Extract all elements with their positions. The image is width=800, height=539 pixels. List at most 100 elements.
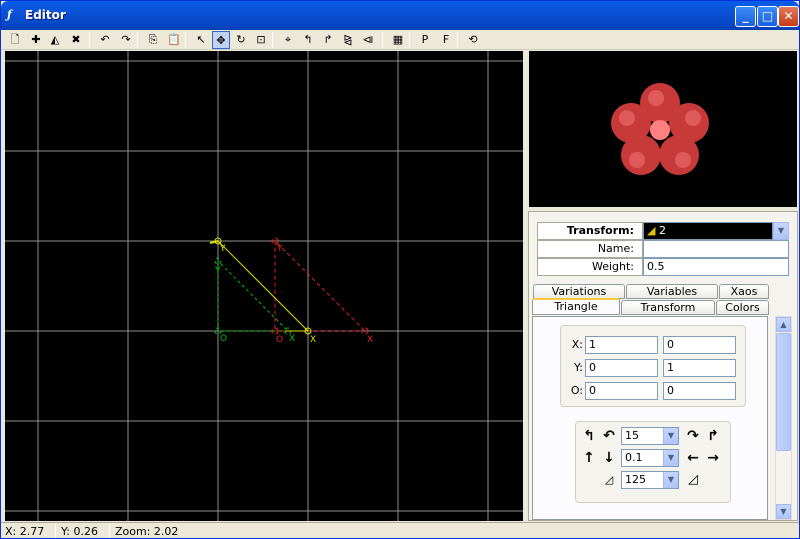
title-bar[interactable]: ƒ Editor _ □ ✕ [1,1,799,30]
scale-up-icon[interactable]: ◿ [684,471,702,489]
o1-input[interactable]: 0 [585,382,658,400]
o2-input[interactable]: 0 [663,382,736,400]
status-y: Y: 0.26 [61,525,98,538]
x1-input[interactable]: 1 [585,336,658,354]
tab-variations[interactable]: Variations [533,284,625,299]
move-left-icon[interactable]: ← [684,449,702,467]
rotate-left-90-icon[interactable]: ↰ [580,427,598,445]
move-amount-select[interactable]: 0.1 ▼ [621,449,679,467]
tab-transform[interactable]: Transform [621,300,715,315]
rotate-icon[interactable]: ↻ [232,31,250,49]
maximize-button[interactable]: □ [757,6,778,27]
panel-scrollbar[interactable]: ▲ ▼ [775,316,792,520]
grid-icon[interactable]: ▦ [389,31,407,49]
close-button[interactable]: ✕ [778,6,799,27]
rotate-right-90-icon[interactable]: ↱ [704,427,722,445]
flip-v-icon[interactable]: ⧏ [359,31,377,49]
duplicate-icon[interactable]: ◭ [46,31,64,49]
toolbar-separator [89,32,90,48]
triangle-red[interactable]: O X Y [271,237,373,345]
move-right-icon[interactable]: → [704,449,722,467]
x-label: X: [571,338,583,351]
center-icon[interactable]: ⌖ [279,31,297,49]
rotate-left-icon[interactable]: ↶ [600,427,618,445]
tab-variables[interactable]: Variables [626,284,718,299]
delete-icon[interactable]: ✖ [67,31,85,49]
transform-select[interactable]: ◢ 2 [643,222,773,240]
transform-value: 2 [658,224,666,237]
move-up-icon[interactable]: ↑ [580,449,598,467]
name-label: Name: [537,240,643,258]
coefficients-group: X: 1 0 Y: 0 1 O: 0 0 [560,325,746,407]
new-icon[interactable]: 🗋 [6,31,24,49]
green-o-label: O [220,334,227,344]
triangle-yellow[interactable]: X Y [209,237,316,345]
toolbar: 🗋 ✚ ◭ ✖ ↶ ↷ ⎘ 📋 ↖ ✥ ↻ ⊡ ⌖ ↰ ↱ ⧎ ⧏ ▦ P F ⟲ [1,30,799,50]
scale-down-icon[interactable]: ◿ [600,471,618,489]
status-zoom: Zoom: 2.02 [115,525,179,538]
x2-input[interactable]: 0 [663,336,736,354]
fractal-preview [529,51,797,207]
rotate-left-icon[interactable]: ↰ [299,31,317,49]
redo-icon[interactable]: ↷ [117,31,135,49]
undo-icon[interactable]: ↶ [96,31,114,49]
tab-colors[interactable]: Colors [716,300,769,315]
move-down-icon[interactable]: ↓ [600,449,618,467]
scroll-thumb[interactable] [776,333,791,451]
weight-input[interactable]: 0.5 [643,258,789,276]
toolbar-separator [272,32,273,48]
canvas-svg: O X Y O X Y X Y [5,51,523,521]
rotate-right-icon[interactable]: ↱ [319,31,337,49]
post-icon[interactable]: F [437,31,455,49]
reset-icon[interactable]: ⟲ [464,31,482,49]
chevron-down-icon[interactable]: ▼ [663,472,678,488]
grid [5,51,523,521]
yellow-x-label: X [310,335,316,345]
scale-amount-select[interactable]: 125 ▼ [621,471,679,489]
pre-icon[interactable]: P [416,31,434,49]
name-input[interactable] [643,240,789,258]
add-transform-icon[interactable]: ✚ [27,31,45,49]
scale-amount-value: 125 [625,473,646,486]
rotate-amount-value: 15 [625,429,639,442]
copy-icon[interactable]: ⎘ [144,31,162,49]
move-icon[interactable]: ✥ [212,31,230,49]
app-icon: ƒ [7,8,12,21]
paste-icon[interactable]: 📋 [165,31,183,49]
manipulation-group: ↰ ↶ 15 ▼ ↷ ↱ ↑ ↓ 0.1 ▼ ← → ◿ 125 ▼ ◿ [575,421,731,503]
chevron-down-icon[interactable]: ▼ [663,450,678,466]
triangle-tab-panel: X: 1 0 Y: 0 1 O: 0 0 ↰ ↶ 15 ▼ ↷ ↱ ↑ ↓ 0.1… [532,316,768,520]
chevron-down-icon[interactable]: ▼ [773,222,789,240]
scroll-down-icon[interactable]: ▼ [776,504,791,519]
status-bar: X: 2.77 Y: 0.26 Zoom: 2.02 [1,522,799,538]
chevron-down-icon[interactable]: ▼ [663,428,678,444]
yellow-y-label: Y [219,244,226,254]
red-o-label: O [276,335,283,345]
scale-icon[interactable]: ⊡ [252,31,270,49]
move-amount-value: 0.1 [625,451,643,464]
toolbar-separator [409,32,410,48]
status-divider [55,524,56,538]
status-divider [109,524,110,538]
rotate-amount-select[interactable]: 15 ▼ [621,427,679,445]
tab-triangle[interactable]: Triangle [532,298,620,315]
toolbar-separator [382,32,383,48]
transform-label: Transform: [537,222,643,240]
transform-canvas[interactable]: O X Y O X Y X Y [5,51,523,521]
weight-label: Weight: [537,258,643,276]
toolbar-separator [185,32,186,48]
editor-window: ƒ Editor _ □ ✕ 🗋 ✚ ◭ ✖ ↶ ↷ ⎘ 📋 ↖ ✥ ↻ ⊡ ⌖ ↰ ↱ ⧎ ⧏ ▦ P F ⟲ O X… [0,0,800,539]
minimize-button[interactable]: _ [735,6,756,27]
y1-input[interactable]: 0 [585,359,658,377]
green-x-label: X [289,334,295,344]
rotate-right-icon[interactable]: ↷ [684,427,702,445]
triangle-icon: ◢ [647,224,656,237]
select-icon[interactable]: ↖ [192,31,210,49]
red-y-label: Y [276,244,283,254]
toolbar-separator [137,32,138,48]
flip-h-icon[interactable]: ⧎ [339,31,357,49]
toolbar-separator [457,32,458,48]
scroll-up-icon[interactable]: ▲ [776,317,791,332]
tab-xaos[interactable]: Xaos [719,284,769,299]
y2-input[interactable]: 1 [663,359,736,377]
